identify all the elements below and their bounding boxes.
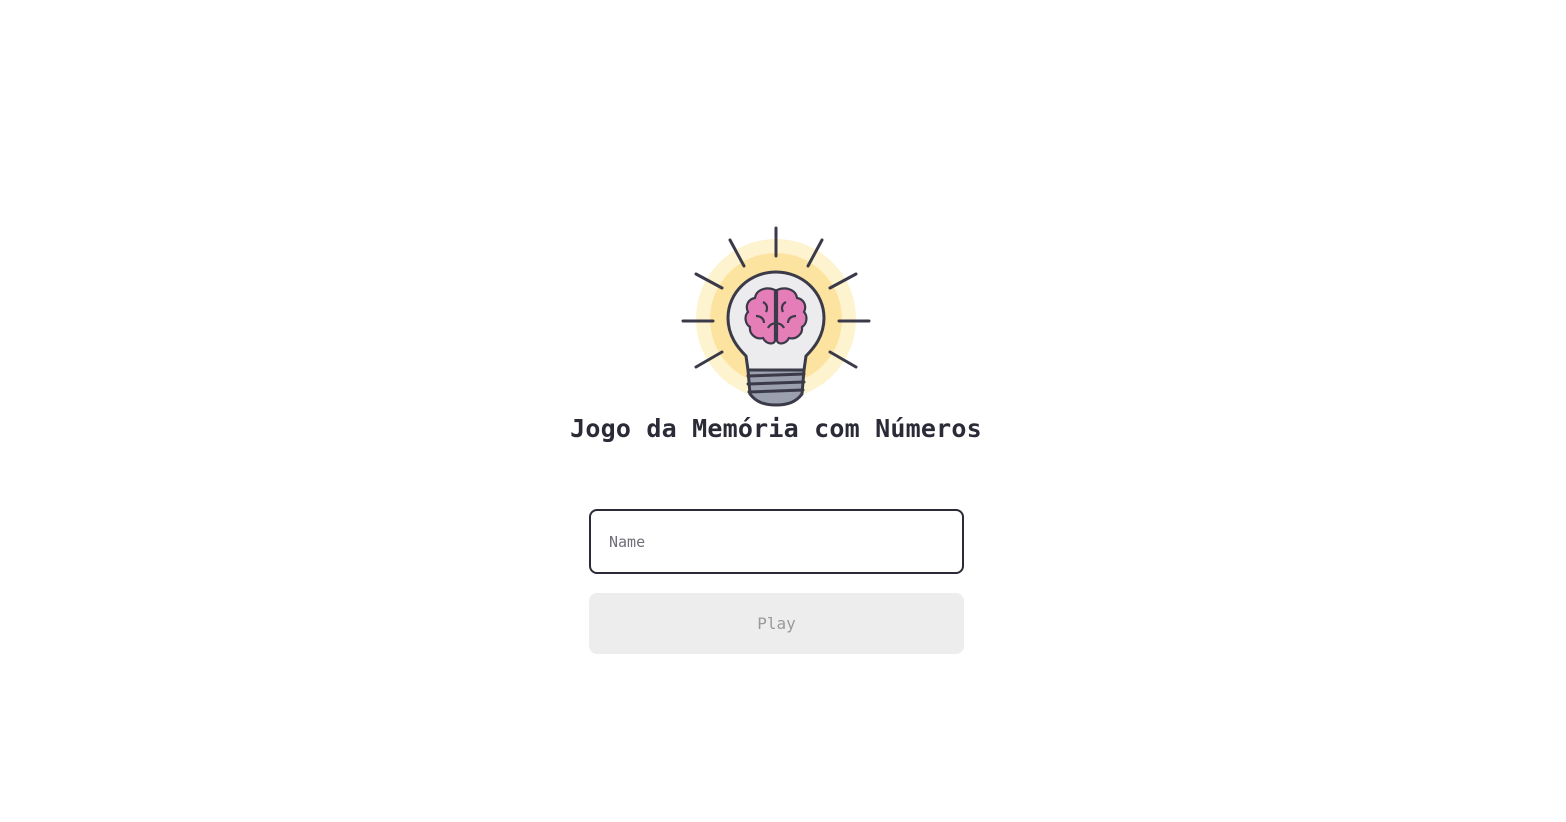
- play-button[interactable]: Play: [589, 593, 964, 654]
- lightbulb-brain-icon: [681, 226, 871, 407]
- name-input[interactable]: [589, 509, 964, 574]
- page-title: Jogo da Memória com Números: [570, 414, 982, 443]
- logo-brain: [744, 287, 808, 345]
- logo-bulb-base: [746, 368, 806, 407]
- home-screen: Jogo da Memória com Números Play: [0, 0, 1566, 822]
